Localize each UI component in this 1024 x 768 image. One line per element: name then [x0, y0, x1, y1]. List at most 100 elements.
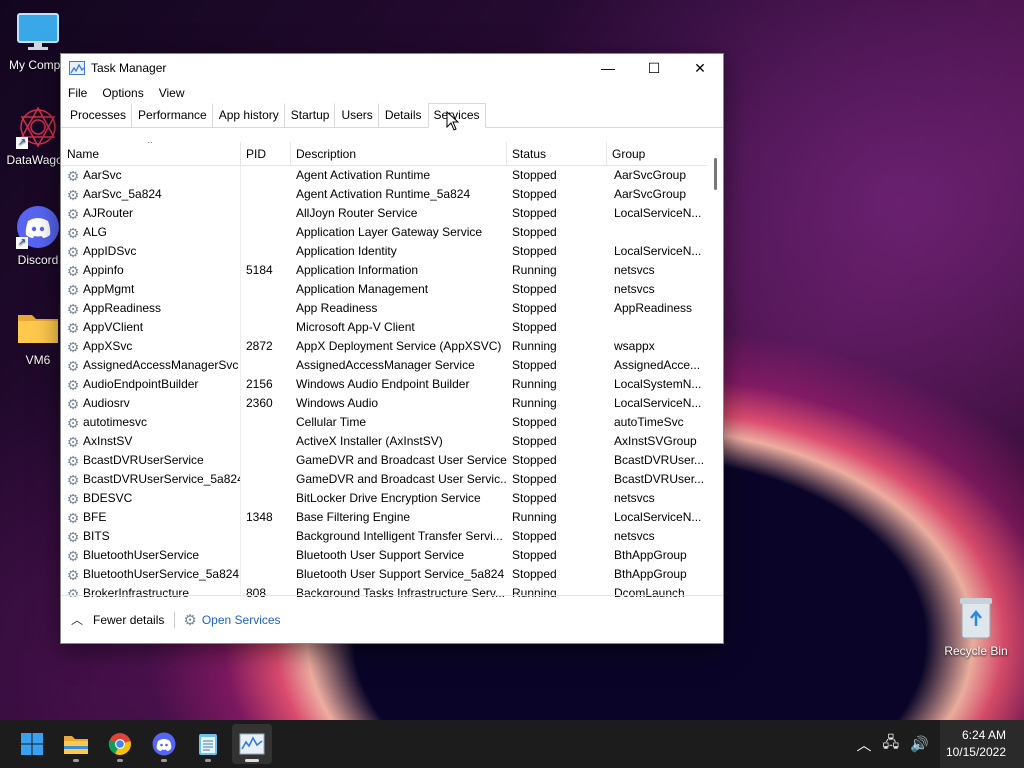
service-name-cell: ⚙ BcastDVRUserService	[62, 451, 241, 470]
table-row[interactable]: ⚙ AudioEndpointBuilder 2156 Windows Audio E…	[62, 375, 708, 394]
chevron-up-icon[interactable]: ︿	[71, 611, 83, 628]
service-name: BluetoothUserService	[83, 548, 200, 562]
fewer-details-button[interactable]: Fewer details	[93, 613, 164, 627]
open-services-link[interactable]: Open Services	[202, 613, 281, 627]
table-row[interactable]: ⚙ BFE 1348 Base Filtering Engine Running Loca…	[62, 508, 708, 527]
service-description: AppX Deployment Service (AppXSVC)	[296, 339, 502, 353]
tab-app-history[interactable]: App history	[213, 103, 285, 127]
tab-users[interactable]: Users	[335, 103, 379, 127]
table-row[interactable]: ⚙ BcastDVRUserService_5a824 GameDVR and Br…	[62, 470, 708, 489]
service-description: AssignedAccessManager Service	[296, 358, 475, 372]
taskbar-file-explorer[interactable]	[56, 724, 96, 764]
service-pid	[241, 166, 291, 185]
tab-performance[interactable]: Performance	[132, 103, 213, 127]
service-description: Agent Activation Runtime	[296, 168, 431, 182]
service-name: ALG	[83, 225, 108, 239]
table-row[interactable]: ⚙ AarSvc Agent Activation Runtime Stopped Aa…	[62, 166, 708, 185]
clock[interactable]: 6:24 AM 10/15/2022	[939, 720, 1024, 768]
service-description: Microsoft App-V Client	[296, 320, 415, 334]
table-row[interactable]: ⚙ AppVClient Microsoft App-V Client Stopped	[62, 318, 708, 337]
table-row[interactable]: ⚙ Appinfo 5184 Application Information Runni…	[62, 261, 708, 280]
gear-icon: ⚙	[66, 262, 80, 279]
service-group: AppReadiness	[614, 301, 693, 315]
service-group	[607, 223, 708, 242]
service-pid: 2360	[246, 396, 273, 410]
discord-icon	[152, 732, 176, 756]
service-description: Bluetooth User Support Service	[296, 548, 465, 562]
table-row[interactable]: ⚙ ALG Application Layer Gateway Service Sto…	[62, 223, 708, 242]
table-row[interactable]: ⚙ AarSvc_5a824 Agent Activation Runtime_5a…	[62, 185, 708, 204]
menu-file[interactable]: File	[68, 86, 87, 100]
table-row[interactable]: ⚙ AppReadiness App Readiness Stopped AppRead…	[62, 299, 708, 318]
service-status: Stopped	[512, 567, 557, 581]
scrollbar-thumb[interactable]	[714, 158, 717, 190]
service-name-cell: ⚙ AarSvc	[62, 166, 241, 185]
service-description: Base Filtering Engine	[296, 510, 411, 524]
services-gear-icon: ⚙	[183, 611, 197, 629]
table-row[interactable]: ⚙ AssignedAccessManagerSvc AssignedAccessM…	[62, 356, 708, 375]
table-row[interactable]: ⚙ BDESVC BitLocker Drive Encryption Servic…	[62, 489, 708, 508]
table-row[interactable]: ⚙ AxInstSV ActiveX Installer (AxInstSV) Sto…	[62, 432, 708, 451]
service-name: AppXSvc	[83, 339, 133, 353]
taskbar-notepad[interactable]	[188, 724, 228, 764]
taskbar-task-manager[interactable]	[232, 724, 272, 764]
service-name-cell: ⚙ AppMgmt	[62, 280, 241, 299]
service-name: AarSvc	[83, 168, 122, 182]
service-pid	[241, 432, 291, 451]
column-header-pid[interactable]: PID	[241, 142, 291, 166]
column-header-status[interactable]: Status	[507, 142, 607, 166]
column-header-description[interactable]: Description	[291, 142, 507, 166]
service-description: Application Information	[296, 263, 419, 277]
maximize-button[interactable]: ☐	[631, 54, 677, 82]
table-row[interactable]: ⚙ BluetoothUserService Bluetooth User Supp…	[62, 546, 708, 565]
column-header-group[interactable]: Group	[607, 142, 708, 166]
service-group: BcastDVRUser...	[614, 453, 705, 467]
gear-icon: ⚙	[66, 395, 80, 412]
service-description: Application Layer Gateway Service	[296, 225, 483, 239]
service-group: wsappx	[614, 339, 655, 353]
service-name-cell: ⚙ BDESVC	[62, 489, 241, 508]
table-row[interactable]: ⚙ AJRouter AllJoyn Router Service Stopped Lo…	[62, 204, 708, 223]
service-status: Stopped	[512, 415, 557, 429]
vertical-scrollbar[interactable]	[709, 142, 723, 597]
menu-view[interactable]: View	[159, 86, 185, 100]
running-indicator	[245, 759, 259, 762]
menu-options[interactable]: Options	[102, 86, 143, 100]
service-pid	[241, 223, 291, 242]
service-name: BcastDVRUserService_5a824	[83, 472, 241, 486]
taskbar: ︿ 🖧 🔊 6:24 AM 10/15/2022	[0, 720, 1024, 768]
desktop-icon-recycle-bin[interactable]: Recycle Bin	[940, 596, 1012, 658]
close-button[interactable]: ✕	[677, 54, 723, 82]
title-bar[interactable]: Task Manager — ☐ ✕	[61, 54, 723, 82]
service-name: Appinfo	[83, 263, 124, 277]
service-name: BDESVC	[83, 491, 133, 505]
service-description: Windows Audio Endpoint Builder	[296, 377, 470, 391]
service-pid: 2156	[246, 377, 273, 391]
tab-startup[interactable]: Startup	[285, 103, 336, 127]
tab-processes[interactable]: Processes	[64, 103, 133, 127]
tab-details[interactable]: Details	[379, 103, 428, 127]
table-row[interactable]: ⚙ Audiosrv 2360 Windows Audio Running LocalSe…	[62, 394, 708, 413]
service-name: BITS	[83, 529, 110, 543]
table-row[interactable]: ⚙ autotimesvc Cellular Time Stopped autoTime…	[62, 413, 708, 432]
minimize-button[interactable]: —	[585, 54, 631, 82]
table-row[interactable]: ⚙ BluetoothUserService_5a824 Bluetooth Use…	[62, 565, 708, 584]
table-header: ^ Name PID Description Status Group	[62, 142, 708, 166]
service-status: Stopped	[512, 168, 557, 182]
taskbar-chrome[interactable]	[100, 724, 140, 764]
taskbar-discord[interactable]	[144, 724, 184, 764]
service-pid	[241, 489, 291, 508]
service-pid	[241, 527, 291, 546]
table-row[interactable]: ⚙ BITS Background Intelligent Transfer Ser…	[62, 527, 708, 546]
table-row[interactable]: ⚙ BcastDVRUserService GameDVR and Broadcas…	[62, 451, 708, 470]
start-button[interactable]	[12, 724, 52, 764]
network-icon[interactable]: 🖧	[883, 732, 900, 757]
service-name-cell: ⚙ BFE	[62, 508, 241, 527]
table-row[interactable]: ⚙ AppXSvc 2872 AppX Deployment Service (App…	[62, 337, 708, 356]
chevron-up-icon[interactable]: ︿	[857, 734, 872, 755]
table-row[interactable]: ⚙ AppMgmt Application Management Stopped net…	[62, 280, 708, 299]
speaker-icon[interactable]: 🔊	[910, 735, 929, 753]
file-explorer-icon	[64, 736, 88, 754]
table-row[interactable]: ⚙ AppIDSvc Application Identity Stopped Loca…	[62, 242, 708, 261]
running-indicator	[117, 759, 123, 762]
